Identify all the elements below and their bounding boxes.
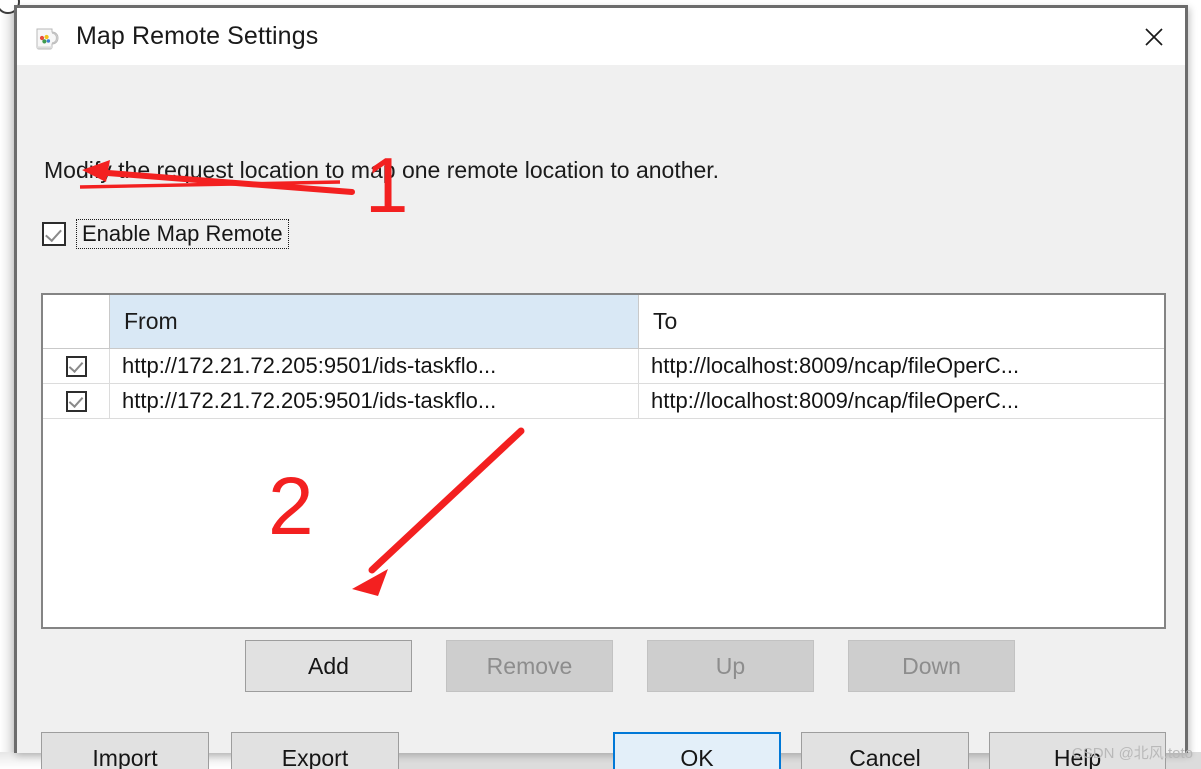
charles-pitcher-icon [36,28,59,49]
enable-map-remote-checkbox[interactable] [42,222,66,246]
remove-button[interactable]: Remove [446,640,613,692]
dialog-footer-buttons: Import Export OK Cancel Help [41,732,1166,769]
add-button[interactable]: Add [245,640,412,692]
dialog-body: Modify the request location to map one r… [17,65,1185,769]
screen: Map Remote Settings Modify the request l… [0,0,1201,769]
row-to-value: http://localhost:8009/ncap/fileOperC... [651,353,1020,378]
row-enabled-checkbox[interactable] [65,390,87,412]
map-remote-settings-dialog: Map Remote Settings Modify the request l… [14,5,1188,769]
background-window-left-strip [0,0,14,769]
mappings-table[interactable]: From To http://172.21.72.205:9501/ids-ta… [41,293,1166,629]
import-button[interactable]: Import [41,732,209,769]
down-button[interactable]: Down [848,640,1015,692]
close-icon [1145,27,1163,46]
row-from-value: http://172.21.72.205:9501/ids-taskflo... [110,349,639,383]
table-action-buttons: Add Remove Up Down [245,640,1015,692]
table-header-row: From To [43,295,1164,349]
close-button[interactable] [1123,8,1185,65]
dialog-description: Modify the request location to map one r… [44,157,720,183]
enable-map-remote-row[interactable]: Enable Map Remote [42,218,289,250]
table-header-from[interactable]: From [110,295,639,348]
window-title: Map Remote Settings [76,22,319,50]
export-button[interactable]: Export [231,732,399,769]
up-button[interactable]: Up [647,640,814,692]
table-header-to[interactable]: To [639,295,1164,348]
table-row[interactable]: http://172.21.72.205:9501/ids-taskflo...… [43,349,1164,384]
row-from-value: http://172.21.72.205:9501/ids-taskflo... [110,384,639,418]
watermark: CSDN @北风.toto [1071,745,1193,762]
row-enabled-checkbox[interactable] [65,355,87,377]
table-header-checkbox-column[interactable] [43,295,110,348]
ok-button[interactable]: OK [613,732,781,769]
table-row[interactable]: http://172.21.72.205:9501/ids-taskflo...… [43,384,1164,419]
row-enabled-checkbox-cell[interactable] [43,384,110,418]
row-to-value: http://localhost:8009/ncap/fileOperC... [651,388,1020,413]
row-enabled-checkbox-cell[interactable] [43,349,110,383]
table-empty-area[interactable] [43,419,1164,627]
enable-map-remote-label[interactable]: Enable Map Remote [76,218,289,250]
cancel-button[interactable]: Cancel [801,732,969,769]
title-bar: Map Remote Settings [17,8,1185,65]
